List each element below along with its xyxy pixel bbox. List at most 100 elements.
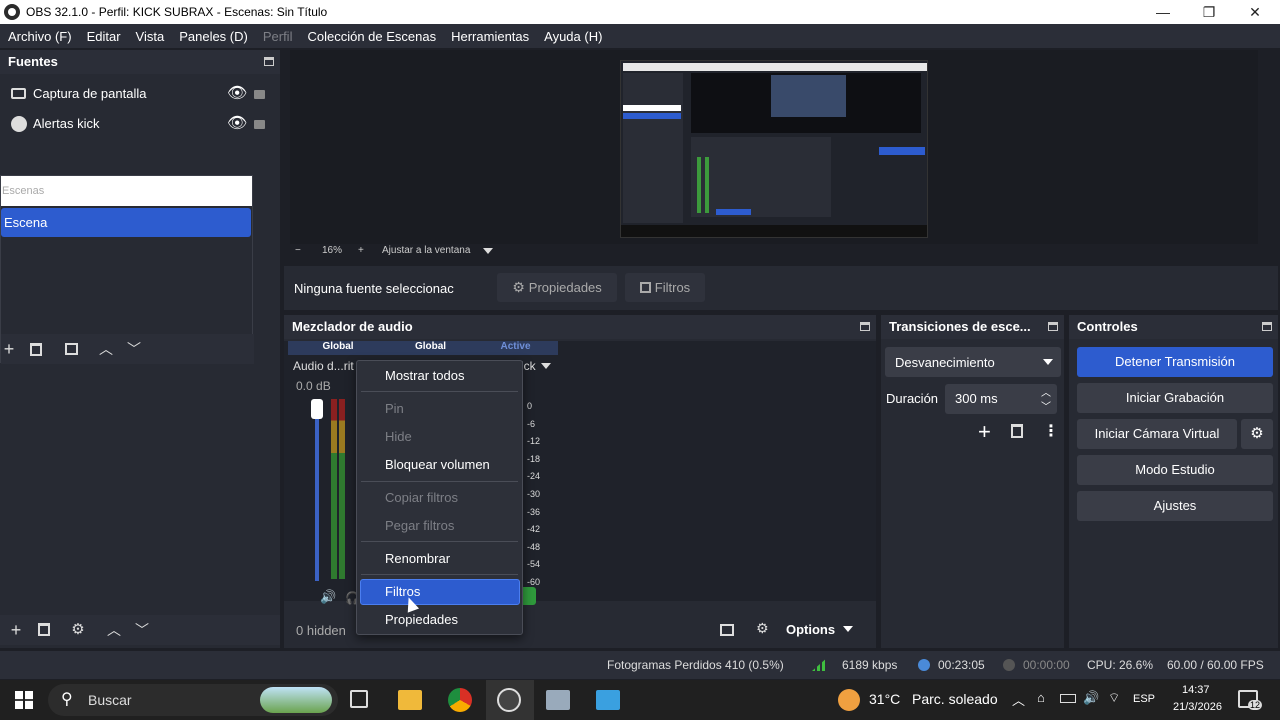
menu-item-copiar-filtros[interactable]: Copiar filtros bbox=[385, 490, 458, 505]
eye-icon[interactable]: 👁 bbox=[227, 113, 247, 133]
clock-time[interactable]: 14:37 bbox=[1182, 684, 1210, 696]
float-icon[interactable] bbox=[264, 57, 274, 66]
task-view-icon[interactable] bbox=[350, 690, 368, 708]
preview-area[interactable]: − 16% + Ajustar a la ventana bbox=[290, 50, 1258, 256]
status-bar: Fotogramas Perdidos 410 (0.5%) 6189 kbps… bbox=[0, 651, 1280, 679]
app-icon[interactable] bbox=[596, 690, 620, 710]
device-icon[interactable]: ⌂ bbox=[1037, 690, 1045, 705]
layout-icon[interactable] bbox=[720, 624, 734, 636]
volume-fader-handle[interactable] bbox=[311, 399, 323, 419]
scale-tick: -24 bbox=[527, 471, 541, 482]
scale-tick: -36 bbox=[527, 506, 541, 517]
add-icon[interactable]: + bbox=[8, 620, 24, 641]
search-placeholder: Buscar bbox=[88, 692, 132, 708]
tab-active[interactable]: Active bbox=[473, 341, 558, 355]
spin-up-icon[interactable]: ︿ bbox=[1041, 384, 1051, 399]
maximize-button[interactable]: ❐ bbox=[1186, 0, 1232, 24]
menu-item-pin[interactable]: Pin bbox=[385, 401, 404, 416]
eye-icon[interactable]: 👁 bbox=[227, 83, 247, 103]
spin-down-icon[interactable]: ﹀ bbox=[1041, 398, 1051, 413]
advanced-audio-icon[interactable]: ⚙ bbox=[756, 620, 769, 637]
zoom-in-button[interactable]: + bbox=[358, 245, 364, 256]
float-icon[interactable] bbox=[1262, 322, 1272, 331]
title-bar: OBS 32.1.0 - Perfil: KICK SUBRAX - Escen… bbox=[0, 0, 1280, 24]
menu-herramientas[interactable]: Herramientas bbox=[451, 29, 529, 44]
properties-button[interactable]: ⚙ Propiedades bbox=[497, 273, 617, 302]
menu-ayuda[interactable]: Ayuda (H) bbox=[544, 29, 602, 44]
source-item[interactable]: Alertas kick 👁 bbox=[0, 110, 280, 140]
lock-icon[interactable] bbox=[254, 90, 265, 99]
wifi-icon[interactable]: ⌔ bbox=[1108, 690, 1120, 706]
meter-scale: 0 -6 -12 -18 -24 -30 -36 -42 -48 -54 -60 bbox=[527, 398, 547, 592]
settings-button[interactable]: Ajustes bbox=[1077, 491, 1273, 521]
studio-mode-button[interactable]: Modo Estudio bbox=[1077, 455, 1273, 485]
options-button[interactable]: Options bbox=[786, 616, 870, 642]
menu-item-mostrar-todos[interactable]: Mostrar todos bbox=[385, 368, 464, 383]
trash-icon[interactable] bbox=[1011, 424, 1023, 438]
battery-icon[interactable] bbox=[1060, 694, 1076, 703]
menu-vista[interactable]: Vista bbox=[136, 29, 165, 44]
chevron-up-icon[interactable]: ︿ bbox=[1012, 690, 1025, 709]
menu-item-bloquear-volumen[interactable]: Bloquear volumen bbox=[385, 457, 490, 472]
volume-icon[interactable]: 🔊 bbox=[1083, 690, 1099, 706]
trash-icon[interactable] bbox=[30, 343, 42, 356]
chevron-down-icon[interactable]: ﹀ bbox=[126, 339, 142, 359]
scenes-dock: Escenas Escena + ︿ ﹀ bbox=[0, 175, 254, 364]
windows-start-icon[interactable] bbox=[15, 691, 33, 709]
menu-editar[interactable]: Editar bbox=[87, 29, 121, 44]
more-options-icon[interactable]: ⋮ bbox=[1043, 421, 1059, 441]
filters-button[interactable]: Filtros bbox=[625, 273, 705, 302]
lock-icon[interactable] bbox=[254, 120, 265, 129]
scene-item[interactable]: Escena bbox=[1, 208, 251, 237]
speaker-icon[interactable]: 🔊 bbox=[320, 589, 336, 605]
chevron-down-icon[interactable] bbox=[541, 363, 551, 369]
scale-tick: -54 bbox=[527, 559, 541, 570]
mixer-tabs: Global Global Active bbox=[288, 341, 558, 355]
menu-item-hide[interactable]: Hide bbox=[385, 429, 412, 444]
chevron-down-icon[interactable]: ﹀ bbox=[134, 620, 150, 640]
search-icon: ⚲ bbox=[61, 691, 73, 708]
chrome-icon[interactable] bbox=[448, 688, 472, 712]
menu-perfil[interactable]: Perfil bbox=[263, 29, 293, 44]
virtual-camera-settings-icon[interactable]: ⚙ bbox=[1241, 419, 1273, 449]
tab-global[interactable]: Global bbox=[388, 341, 473, 355]
clock-date[interactable]: 21/3/2026 bbox=[1173, 701, 1222, 713]
menu-separator bbox=[361, 541, 518, 542]
float-icon[interactable] bbox=[860, 322, 870, 331]
add-icon[interactable]: + bbox=[1, 339, 17, 360]
gear-icon[interactable]: ⚙ bbox=[70, 620, 86, 638]
app-icon[interactable] bbox=[546, 690, 570, 710]
menu-item-renombrar[interactable]: Renombrar bbox=[385, 551, 450, 566]
minimize-button[interactable]: — bbox=[1140, 0, 1186, 24]
zoom-out-button[interactable]: − bbox=[295, 245, 301, 256]
transition-select[interactable]: Desvanecimiento bbox=[885, 347, 1061, 377]
signal-icon bbox=[812, 657, 828, 671]
float-icon[interactable] bbox=[1048, 322, 1058, 331]
duration-spinbox[interactable]: 300 ms ︿ ﹀ bbox=[945, 384, 1057, 414]
menu-coleccion-escenas[interactable]: Colección de Escenas bbox=[307, 29, 436, 44]
source-item[interactable]: Captura de pantalla 👁 bbox=[0, 80, 280, 110]
menu-item-propiedades[interactable]: Propiedades bbox=[385, 612, 458, 627]
trash-icon[interactable] bbox=[38, 623, 50, 636]
zoom-bar: − 16% + Ajustar a la ventana bbox=[290, 245, 590, 259]
tab-global[interactable]: Global bbox=[288, 341, 388, 355]
mini-meter bbox=[697, 157, 701, 213]
menu-item-pegar-filtros[interactable]: Pegar filtros bbox=[385, 518, 454, 533]
stop-stream-button[interactable]: Detener Transmisión bbox=[1077, 347, 1273, 377]
search-box[interactable]: ⚲ Buscar bbox=[48, 684, 338, 716]
file-explorer-icon[interactable] bbox=[398, 690, 422, 710]
language[interactable]: ESP bbox=[1133, 693, 1155, 705]
start-recording-button[interactable]: Iniciar Grabación bbox=[1077, 383, 1273, 413]
start-virtual-camera-button[interactable]: Iniciar Cámara Virtual bbox=[1077, 419, 1237, 449]
menu-paneles[interactable]: Paneles (D) bbox=[179, 29, 248, 44]
add-icon[interactable]: + bbox=[978, 419, 991, 445]
chevron-up-icon[interactable]: ︿ bbox=[106, 620, 122, 640]
volume-fader-track[interactable] bbox=[315, 403, 319, 581]
dropdown-icon[interactable] bbox=[483, 248, 493, 254]
close-button[interactable]: ✕ bbox=[1232, 0, 1278, 24]
menu-archivo[interactable]: Archivo (F) bbox=[8, 29, 72, 44]
fit-window-button[interactable]: Ajustar a la ventana bbox=[382, 245, 470, 256]
chevron-up-icon[interactable]: ︿ bbox=[98, 339, 114, 359]
stream-status-icon bbox=[918, 659, 930, 671]
filter-icon[interactable] bbox=[65, 343, 78, 355]
